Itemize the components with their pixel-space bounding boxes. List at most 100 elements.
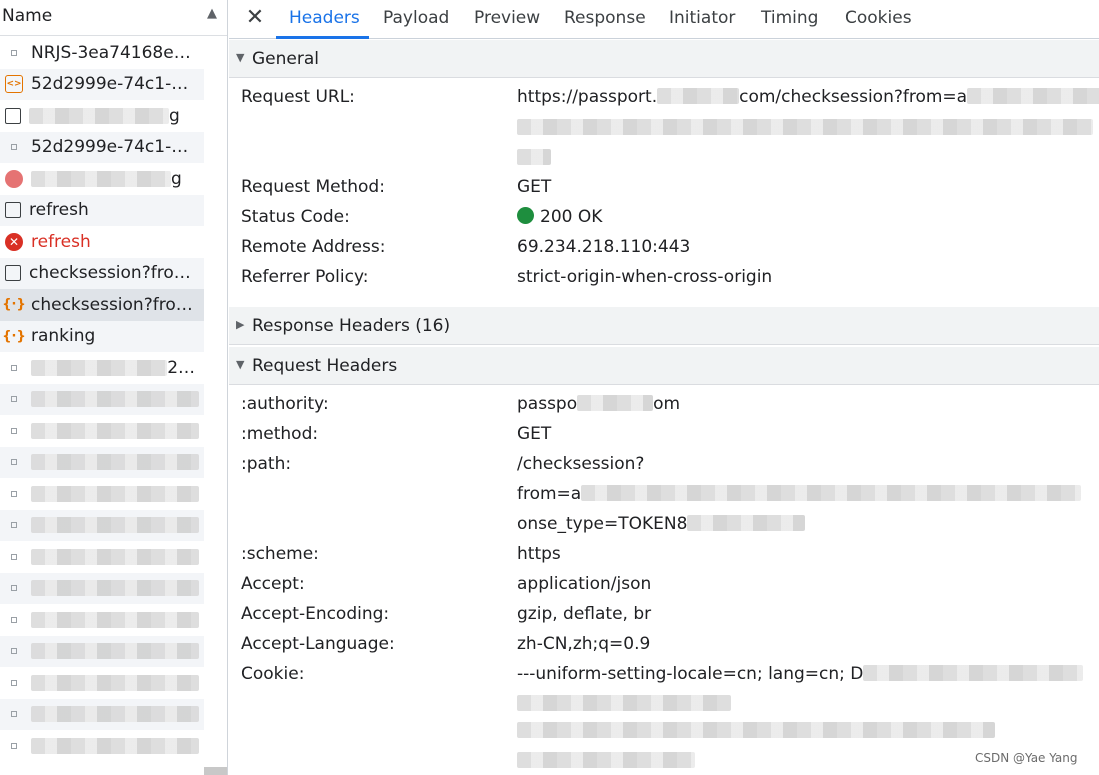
accept-language-header-value[interactable]: zh-CN,zh;q=0.9 [517, 634, 650, 654]
redacted-block [967, 88, 1099, 104]
document-icon [11, 144, 17, 151]
request-list: NRJS-3ea74168e28... <> 52d2999e-74c1-42...… [0, 37, 204, 762]
referrer-policy-label: Referrer Policy: [241, 267, 369, 287]
request-row[interactable] [0, 635, 204, 667]
request-row[interactable]: 28... [0, 352, 204, 384]
request-row[interactable] [0, 572, 204, 604]
redacted-block [31, 391, 199, 408]
redacted-block [657, 88, 740, 104]
document-icon [11, 742, 17, 749]
request-url-value[interactable]: https://passport. com/checksession?from=a [517, 87, 1099, 107]
request-row[interactable] [0, 604, 204, 636]
document-icon [11, 585, 17, 592]
tab-cookies[interactable]: Cookies [845, 8, 912, 28]
request-method-label: Request Method: [241, 177, 385, 197]
method-header-value[interactable]: GET [517, 424, 551, 444]
request-method-value[interactable]: GET [517, 177, 551, 197]
request-name: g [169, 105, 180, 126]
scrollbar-thumb[interactable] [204, 767, 227, 775]
request-row[interactable]: refresh [0, 194, 204, 226]
request-row[interactable] [0, 730, 204, 762]
error-icon: ✕ [5, 232, 23, 251]
redacted-cookie-line-3 [517, 722, 995, 738]
request-row[interactable] [0, 415, 204, 447]
request-headers-section-header[interactable]: ▼ Request Headers [229, 347, 1099, 385]
request-row[interactable]: 52d2999e-74c1-42... [0, 131, 204, 163]
request-row[interactable] [0, 541, 204, 573]
redacted-block [31, 611, 199, 628]
document-icon [11, 522, 17, 529]
request-list-header[interactable]: Name ▲ [0, 0, 227, 36]
scheme-header-value[interactable]: https [517, 544, 561, 564]
path-header-label: :path: [241, 454, 292, 474]
request-row[interactable]: {·} checksession?from... [0, 289, 204, 321]
redacted-block [31, 580, 199, 597]
request-row[interactable]: NRJS-3ea74168e28... [0, 37, 204, 69]
status-code-value[interactable]: 200 OK [517, 207, 602, 227]
image-icon [5, 169, 23, 188]
request-row[interactable]: g [0, 100, 204, 132]
redacted-block [29, 107, 169, 124]
document-icon [11, 364, 17, 371]
name-column-header[interactable]: Name [2, 6, 52, 26]
request-row[interactable] [0, 478, 204, 510]
general-section-header[interactable]: ▼ General [229, 40, 1099, 78]
tab-payload[interactable]: Payload [383, 8, 449, 28]
document-icon [11, 427, 17, 434]
redacted-block [31, 170, 171, 187]
sort-ascending-icon[interactable]: ▲ [207, 6, 217, 21]
cookie-header-value[interactable]: ---uniform-setting-locale=cn; lang=cn; D [517, 664, 1084, 684]
request-row[interactable]: g [0, 163, 204, 195]
tab-timing[interactable]: Timing [761, 8, 818, 28]
request-url-part1: https://passport. [517, 87, 658, 107]
request-row[interactable]: checksession?from... [0, 257, 204, 289]
image-icon [5, 107, 21, 124]
request-row[interactable] [0, 667, 204, 699]
referrer-policy-value[interactable]: strict-origin-when-cross-origin [517, 267, 772, 287]
remote-address-value[interactable]: 69.234.218.110:443 [517, 237, 690, 257]
redacted-block [31, 359, 168, 376]
redacted-cookie-line-4 [517, 752, 695, 768]
request-row[interactable] [0, 446, 204, 478]
tab-initiator[interactable]: Initiator [669, 8, 735, 28]
path-header-line-2[interactable]: from=a [517, 484, 1082, 504]
response-headers-section-title: Response Headers (16) [252, 316, 451, 336]
redacted-block [581, 485, 1082, 501]
redacted-block [31, 517, 199, 534]
redacted-block [31, 674, 199, 691]
authority-header-label: :authority: [241, 394, 329, 414]
collapsed-triangle-icon: ▶ [236, 318, 245, 331]
method-header-label: :method: [241, 424, 319, 444]
redacted-block [577, 395, 654, 411]
document-icon [11, 459, 17, 466]
tab-preview[interactable]: Preview [474, 8, 540, 28]
path-header-line-3[interactable]: onse_type=TOKEN8 [517, 514, 806, 534]
watermark: CSDN @Yae Yang [975, 751, 1078, 765]
remote-address-label: Remote Address: [241, 237, 386, 257]
redacted-url-line-3 [517, 149, 551, 165]
detail-tabbar: ✕ Headers Payload Preview Response Initi… [229, 0, 1099, 39]
accept-encoding-header-value[interactable]: gzip, deflate, br [517, 604, 651, 624]
request-row[interactable] [0, 383, 204, 415]
accept-header-value[interactable]: application/json [517, 574, 651, 594]
tab-headers[interactable]: Headers [289, 8, 360, 28]
document-icon [11, 396, 17, 403]
request-row[interactable]: <> 52d2999e-74c1-42... [0, 68, 204, 100]
request-name: g [171, 168, 182, 189]
authority-header-value[interactable]: passpo om [517, 394, 680, 414]
tab-response[interactable]: Response [564, 8, 646, 28]
document-icon [11, 679, 17, 686]
redacted-block [31, 548, 199, 565]
response-headers-section-header[interactable]: ▶ Response Headers (16) [229, 307, 1099, 345]
json-icon: {·} [2, 297, 26, 313]
request-url-part2: com/checksession?from=a [739, 87, 968, 107]
request-row[interactable] [0, 698, 204, 730]
request-row[interactable]: {·} ranking [0, 320, 204, 352]
path-header-line-1[interactable]: /checksession? [517, 454, 644, 474]
request-row[interactable] [0, 509, 204, 541]
authority-part1: passpo [517, 394, 578, 414]
request-row[interactable]: ✕ refresh [0, 226, 204, 258]
request-list-scrollbar[interactable] [204, 37, 227, 775]
request-list-panel: Name ▲ NRJS-3ea74168e28... <> 52d2999e-74c… [0, 0, 228, 775]
close-icon[interactable]: ✕ [244, 5, 266, 31]
